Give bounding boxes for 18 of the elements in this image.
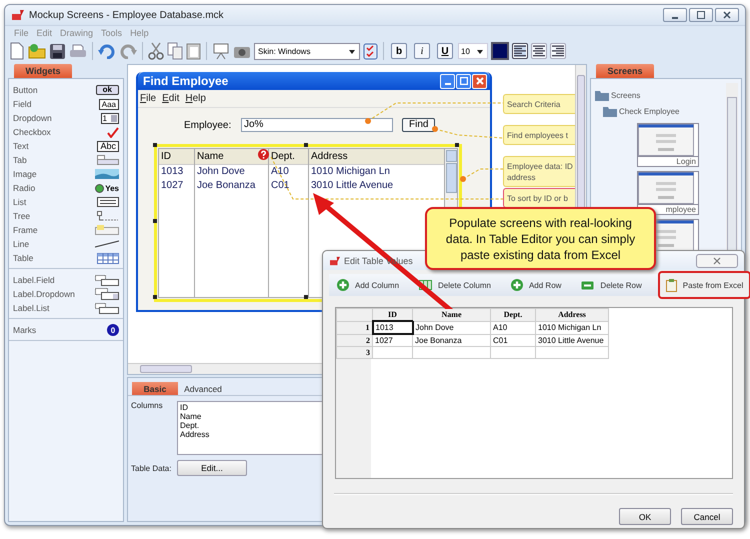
window-title: Find Employee bbox=[143, 74, 228, 88]
field-label: Columns bbox=[131, 401, 164, 412]
row-number: 1 bbox=[336, 321, 372, 334]
table-cell-text: Joe Bonanza bbox=[196, 179, 256, 193]
table-cell-text: C01 bbox=[270, 179, 290, 193]
row-number: 2 bbox=[336, 334, 372, 346]
field-label: Employee: bbox=[184, 120, 232, 130]
table-cell-text: 1013 bbox=[160, 165, 184, 179]
field-label: Table Data: bbox=[131, 464, 172, 472]
table-cell-text: A10 bbox=[270, 165, 290, 179]
callout-text: paste existing data from Excel bbox=[460, 246, 621, 262]
window-title: Mockup Screens - Employee Database.mck bbox=[29, 10, 224, 20]
table-cell-text: 1010 Michigan Ln bbox=[310, 165, 391, 179]
row-number: 3 bbox=[336, 346, 372, 358]
table-cell-text: 3010 Little Avenue bbox=[310, 179, 394, 193]
table-cell-text: John Dove bbox=[196, 165, 246, 179]
thumbnail-label: Login bbox=[638, 156, 698, 166]
table-cell-text: 1027 bbox=[160, 179, 184, 193]
